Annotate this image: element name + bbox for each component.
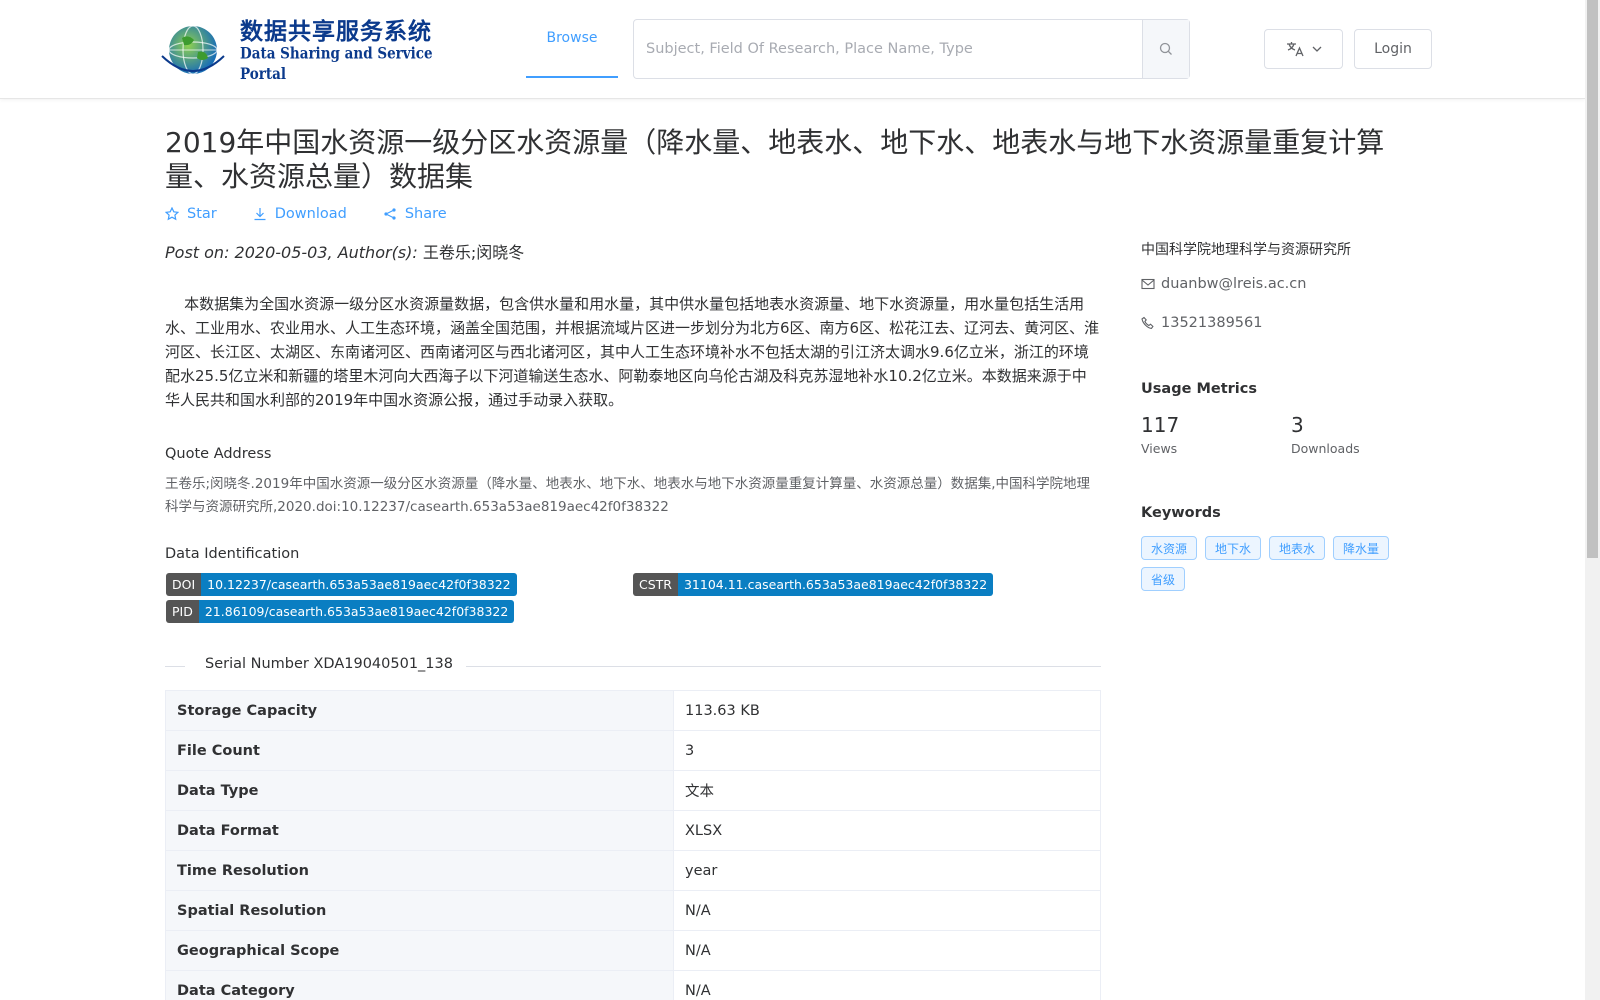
post-date-label: Post on: 2020-05-03, Author(s): <box>165 243 423 262</box>
row-key: Storage Capacity <box>165 690 674 731</box>
dataset-title: 2019年中国水资源一级分区水资源量（降水量、地表水、地下水、地表水与地下水资源… <box>165 126 1385 193</box>
table-row: File Count 3 <box>165 730 1101 771</box>
table-row: Data Type 文本 <box>165 770 1101 811</box>
pid-value: 21.86109/casearth.653a53ae819aec42f0f383… <box>198 600 515 623</box>
table-row: Spatial Resolution N/A <box>165 890 1101 931</box>
globe-logo-icon <box>154 20 232 80</box>
views-metric: 117 Views <box>1141 413 1179 456</box>
organization-name: 中国科学院地理科学与资源研究所 <box>1141 242 1351 258</box>
dataset-info-table: Storage Capacity 113.63 KB File Count 3 Da… <box>165 690 1101 1000</box>
divider-line <box>165 666 185 667</box>
row-key: Time Resolution <box>165 850 674 891</box>
row-key: Geographical Scope <box>165 930 674 971</box>
download-icon <box>254 208 266 221</box>
row-value: 3 <box>673 730 1101 771</box>
top-header: 数据共享服务系统 Data Sharing and Service Portal… <box>0 0 1585 99</box>
keyword-tag[interactable]: 省级 <box>1141 567 1186 591</box>
scrollbar-thumb[interactable] <box>1587 0 1598 558</box>
nav-browse-tab[interactable]: Browse <box>526 0 618 78</box>
translate-icon <box>1286 42 1304 57</box>
dataset-actions: Star Download Share <box>165 206 447 222</box>
login-button[interactable]: Login <box>1354 29 1432 69</box>
portal-logo[interactable]: 数据共享服务系统 Data Sharing and Service Portal <box>154 18 439 84</box>
keyword-tag[interactable]: 地表水 <box>1269 536 1326 560</box>
mail-icon <box>1141 278 1155 290</box>
downloads-metric: 3 Downloads <box>1291 413 1360 456</box>
row-key: Data Type <box>165 770 674 811</box>
email-text: duanbw@lreis.ac.cn <box>1161 276 1307 292</box>
logo-text: 数据共享服务系统 Data Sharing and Service Portal <box>240 18 439 84</box>
share-label: Share <box>404 206 447 222</box>
row-value: year <box>673 850 1101 891</box>
download-button[interactable]: Download <box>253 206 347 222</box>
keyword-tag[interactable]: 水资源 <box>1141 536 1198 560</box>
data-identification-heading: Data Identification <box>165 546 300 562</box>
row-value: N/A <box>673 970 1101 1000</box>
search-input[interactable] <box>634 20 1142 78</box>
table-row: Time Resolution year <box>165 850 1101 891</box>
phone-text: 13521389561 <box>1161 315 1263 331</box>
views-count: 117 <box>1141 413 1180 437</box>
logo-chinese-title: 数据共享服务系统 <box>240 19 432 45</box>
chevron-down-icon <box>1312 46 1321 52</box>
doi-value: 10.12237/casearth.653a53ae819aec42f0f383… <box>201 573 517 596</box>
post-info: Post on: 2020-05-03, Author(s): 王卷乐;闵晓冬 <box>165 239 524 263</box>
star-icon <box>165 207 179 221</box>
star-label: Star <box>187 206 217 222</box>
pid-badge[interactable]: PID 21.86109/casearth.653a53ae819aec42f0… <box>166 600 515 623</box>
row-key: File Count <box>165 730 674 771</box>
phone-icon <box>1141 316 1154 329</box>
downloads-label: Downloads <box>1291 441 1360 456</box>
quote-address-heading: Quote Address <box>165 446 272 462</box>
downloads-count: 3 <box>1291 413 1304 437</box>
logo-english-title: Data Sharing and Service Portal <box>240 44 433 84</box>
keyword-tag[interactable]: 地下水 <box>1205 536 1262 560</box>
table-row: Data Format XLSX <box>165 810 1101 851</box>
views-label: Views <box>1141 441 1178 456</box>
row-key: Spatial Resolution <box>165 890 674 931</box>
usage-metrics-heading: Usage Metrics <box>1141 381 1257 397</box>
table-row: Geographical Scope N/A <box>165 930 1101 971</box>
divider-line <box>466 666 1101 667</box>
row-value: N/A <box>673 890 1101 931</box>
quote-address-text: 王卷乐;闵晓冬.2019年中国水资源一级分区水资源量（降水量、地表水、地下水、地… <box>165 476 1090 515</box>
row-value: N/A <box>673 930 1101 971</box>
keyword-tag[interactable]: 降水量 <box>1333 536 1390 560</box>
search-bar <box>633 19 1190 79</box>
row-value: 113.63 KB <box>673 690 1101 731</box>
doi-key: DOI <box>166 573 202 596</box>
authors: 王卷乐;闵晓冬 <box>422 243 525 262</box>
share-icon <box>384 208 396 220</box>
search-button[interactable] <box>1142 20 1189 78</box>
download-label: Download <box>274 206 347 222</box>
pid-key: PID <box>166 600 199 623</box>
cstr-value: 31104.11.casearth.653a53ae819aec42f0f383… <box>677 573 994 596</box>
table-row: Data Category N/A <box>165 970 1101 1000</box>
star-button[interactable]: Star <box>165 206 217 222</box>
keywords-heading: Keywords <box>1141 505 1221 521</box>
language-switcher[interactable] <box>1264 29 1343 69</box>
cstr-badge[interactable]: CSTR 31104.11.casearth.653a53ae819aec42f… <box>633 573 994 596</box>
contact-phone: 13521389561 <box>1141 315 1262 331</box>
contact-email[interactable]: duanbw@lreis.ac.cn <box>1141 276 1306 292</box>
table-row: Storage Capacity 113.63 KB <box>165 690 1101 731</box>
row-key: Data Category <box>165 970 674 1000</box>
serial-number: Serial Number XDA19040501_138 <box>205 656 453 672</box>
share-button[interactable]: Share <box>383 206 447 222</box>
serial-number-divider: Serial Number XDA19040501_138 <box>165 655 1101 677</box>
row-key: Data Format <box>165 810 674 851</box>
dataset-description: 本数据集为全国水资源一级分区水资源量数据，包含供水量和用水量，其中供水量包括地表… <box>165 295 1100 409</box>
page-scrollbar[interactable] <box>1585 0 1600 1000</box>
doi-badge[interactable]: DOI 10.12237/casearth.653a53ae819aec42f0… <box>166 573 517 596</box>
search-icon <box>1159 42 1172 55</box>
row-value: 文本 <box>673 770 1101 811</box>
cstr-key: CSTR <box>633 573 678 596</box>
row-value: XLSX <box>673 810 1101 851</box>
